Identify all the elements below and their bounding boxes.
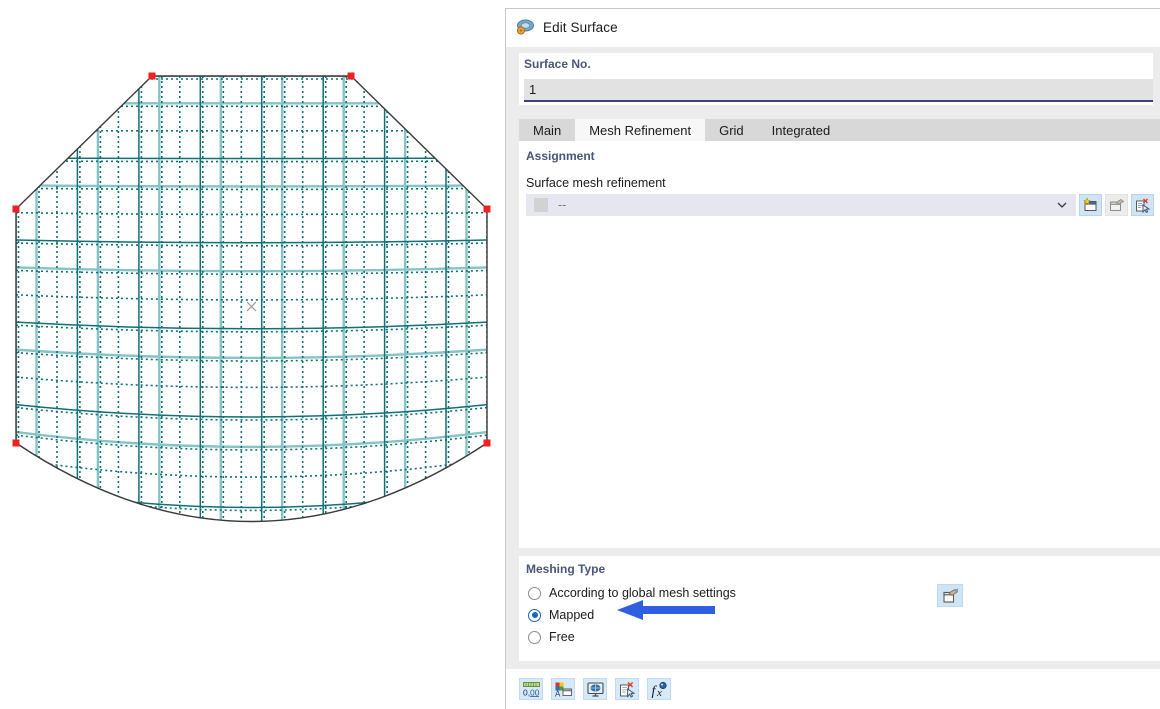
color-swatch bbox=[534, 198, 548, 212]
gutter-under-surfaceno bbox=[519, 105, 1160, 119]
edit-mesh-refinement-button[interactable] bbox=[1105, 194, 1128, 216]
radio-label: Free bbox=[549, 630, 575, 644]
chevron-down-icon[interactable] bbox=[1056, 199, 1068, 211]
gutter-below-meshing bbox=[519, 661, 1160, 669]
mesh-settings-button[interactable] bbox=[937, 584, 963, 607]
formula-button[interactable]: f x bbox=[647, 678, 671, 700]
cad-viewport[interactable] bbox=[0, 0, 505, 709]
gutter-above-meshing bbox=[519, 548, 1160, 556]
radio-free[interactable]: Free bbox=[528, 630, 575, 644]
corner-node[interactable] bbox=[483, 205, 491, 213]
surface-mesh-refinement-combobox[interactable]: -- bbox=[526, 194, 1076, 216]
select-mesh-refinement-button[interactable] bbox=[1131, 194, 1154, 216]
edit-surface-dialog: Edit Surface Surface No. 1 Main Mesh Ref… bbox=[505, 8, 1160, 709]
mesh-settings-icon bbox=[943, 588, 959, 603]
render-view-button[interactable] bbox=[583, 678, 607, 700]
surface-boundary bbox=[15, 75, 488, 523]
edit-window-icon bbox=[1110, 198, 1125, 211]
dialog-bottom-toolbar: 0, 00 A f x bbox=[506, 669, 1160, 709]
gutter-left bbox=[506, 53, 519, 669]
tab-strip[interactable]: Main Mesh Refinement Grid Integrated bbox=[519, 119, 1160, 141]
new-window-icon bbox=[1083, 197, 1097, 211]
corner-node[interactable] bbox=[483, 439, 491, 447]
radio-indicator bbox=[528, 630, 541, 644]
radio-label: Mapped bbox=[549, 608, 595, 622]
radio-mapped[interactable]: Mapped bbox=[528, 608, 594, 622]
tab-mesh-refinement[interactable]: Mesh Refinement bbox=[575, 119, 706, 141]
radio-indicator bbox=[528, 586, 541, 600]
tab-integrated[interactable]: Integrated bbox=[757, 119, 845, 141]
units-colors-icon: A bbox=[555, 682, 572, 698]
svg-text:x: x bbox=[656, 687, 662, 698]
surface-icon bbox=[516, 19, 534, 35]
display-monitor-icon bbox=[586, 681, 604, 697]
pick-object-icon bbox=[619, 681, 635, 698]
surface-no-label: Surface No. bbox=[524, 57, 591, 71]
combobox-value: -- bbox=[558, 198, 567, 212]
surface-mesh-refinement-label: Surface mesh refinement bbox=[526, 176, 666, 190]
tab-strip-filler bbox=[844, 119, 1160, 141]
surface-no-input[interactable]: 1 bbox=[524, 79, 1153, 102]
pick-object-button[interactable] bbox=[615, 678, 639, 700]
assignment-section-title: Assignment bbox=[526, 149, 595, 163]
app-root: Edit Surface Surface No. 1 Main Mesh Ref… bbox=[0, 0, 1160, 709]
tab-main[interactable]: Main bbox=[519, 119, 576, 141]
corner-node[interactable] bbox=[148, 72, 156, 80]
surface-mesh-refinement-row: -- bbox=[526, 194, 1154, 216]
annotation-arrow-icon bbox=[617, 600, 715, 620]
corner-node[interactable] bbox=[347, 72, 355, 80]
mesh-drawing[interactable] bbox=[0, 0, 505, 709]
corner-nodes[interactable] bbox=[12, 72, 491, 447]
function-fx-icon: f x bbox=[651, 681, 667, 698]
tab-grid[interactable]: Grid bbox=[705, 119, 758, 141]
mesh-dotted-lines bbox=[16, 76, 487, 522]
meshing-type-title: Meshing Type bbox=[526, 562, 606, 576]
decimals-icon: 0, 00 bbox=[523, 681, 540, 697]
pick-object-icon bbox=[1136, 198, 1151, 213]
dialog-title: Edit Surface bbox=[543, 19, 618, 35]
decimal-places-button[interactable]: 0, 00 bbox=[519, 678, 543, 700]
svg-text:A: A bbox=[555, 689, 561, 698]
centroid-marker bbox=[246, 301, 257, 312]
radio-indicator bbox=[528, 608, 541, 622]
dialog-titlebar: Edit Surface bbox=[506, 9, 1160, 45]
corner-node[interactable] bbox=[12, 205, 20, 213]
units-and-decimals-button[interactable]: A bbox=[551, 678, 575, 700]
surface-no-block: Surface No. 1 bbox=[519, 53, 1153, 105]
new-mesh-refinement-button[interactable] bbox=[1079, 194, 1102, 216]
mesh-refinement-panel: Assignment Surface mesh refinement -- bbox=[519, 141, 1160, 548]
corner-node[interactable] bbox=[12, 439, 20, 447]
